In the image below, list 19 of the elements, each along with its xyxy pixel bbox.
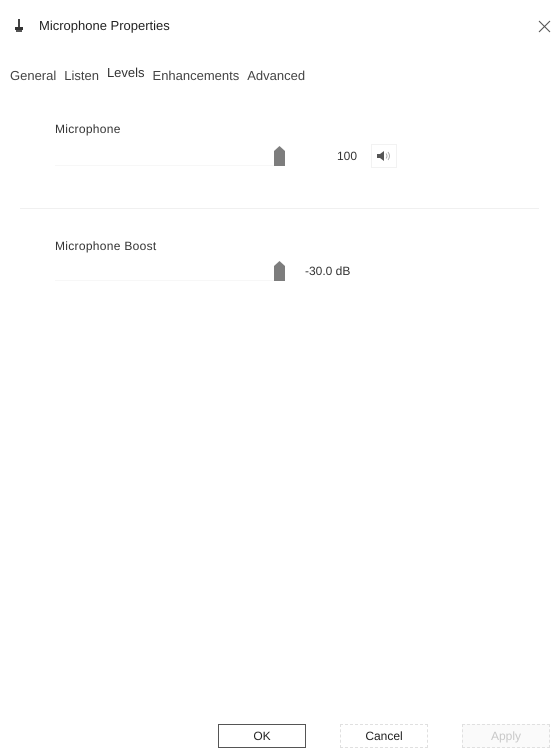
- tab[interactable]: General: [7, 66, 60, 90]
- tab[interactable]: Listen: [61, 66, 102, 90]
- microphone-icon: [14, 19, 24, 33]
- slider-thumb[interactable]: [274, 261, 285, 281]
- tab[interactable]: Enhancements: [150, 66, 242, 90]
- speaker-icon: [377, 150, 392, 162]
- close-icon[interactable]: [538, 20, 551, 32]
- slider-track[interactable]: [55, 146, 285, 166]
- dialog-button[interactable]: OK: [218, 724, 306, 748]
- slider-thumb[interactable]: [274, 146, 285, 166]
- level-reading: 100: [337, 148, 358, 165]
- slider-label: Microphone Boost: [55, 238, 158, 255]
- slider-track[interactable]: [55, 261, 285, 281]
- level-reading: -30.0 dB: [305, 263, 350, 280]
- dialog-button[interactable]: Cancel: [340, 724, 428, 748]
- tab[interactable]: Advanced: [244, 66, 308, 90]
- window-title: Microphone Properties: [39, 17, 170, 36]
- speaker-button[interactable]: [371, 144, 398, 168]
- slider-label: Microphone: [55, 121, 122, 138]
